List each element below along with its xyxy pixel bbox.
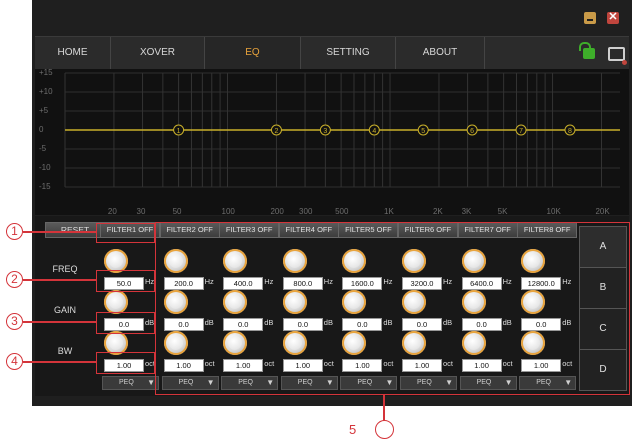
callout-2-line — [23, 279, 96, 281]
main-menu: HOME XOVER EQ SETTING ABOUT — [35, 36, 629, 70]
filter-marker-label: 3 — [323, 128, 327, 135]
y-axis-label: +15 — [39, 68, 53, 77]
menu-xover[interactable]: XOVER — [111, 37, 205, 69]
bw-row-label: BW — [57, 346, 73, 356]
callout-1-line — [23, 231, 96, 233]
callout-4: 4 — [6, 353, 23, 370]
chevron-down-icon: ▼ — [147, 378, 155, 387]
callout-5-line — [383, 394, 385, 421]
eq-response-graph: 1 2 3 4 5 6 7 8 +15 +10 +5 0 -5 -10 -15 20 30 50 100 200 3… — [35, 68, 629, 216]
callout-5: 5 — [349, 422, 357, 437]
unlock-icon[interactable] — [579, 42, 595, 59]
x-axis-label: 10K — [546, 207, 561, 216]
menu-eq[interactable]: EQ — [205, 37, 301, 69]
callout-3-line — [23, 321, 96, 323]
callout-1: 1 — [6, 223, 23, 240]
callout-4-line — [23, 361, 96, 363]
gain-knob[interactable] — [104, 290, 128, 314]
menu-about[interactable]: ABOUT — [396, 37, 485, 69]
callout-box-gain — [96, 312, 155, 334]
eq-graph-canvas: 1 2 3 4 5 6 7 8 — [64, 72, 620, 188]
filter-marker-label: 2 — [274, 128, 278, 135]
filter-marker-label: 6 — [470, 128, 474, 135]
y-axis-label: 0 — [39, 125, 44, 134]
callout-box-filter-title — [96, 223, 155, 243]
x-axis-label: 5K — [497, 207, 508, 216]
callout-box-bw — [96, 352, 155, 374]
y-axis-label: -15 — [39, 182, 51, 191]
filter-marker-label: 8 — [568, 128, 572, 135]
x-axis-label: 3K — [461, 207, 472, 216]
filter-marker-label: 4 — [372, 128, 376, 135]
x-axis-label: 50 — [172, 207, 182, 216]
filter-marker-label: 5 — [421, 128, 425, 135]
menu-setting[interactable]: SETTING — [301, 37, 396, 69]
y-axis-label: +10 — [39, 87, 53, 96]
y-axis-label: -5 — [39, 144, 47, 153]
filter-type-label: PEQ — [119, 379, 134, 386]
callout-box-freq — [96, 270, 155, 292]
x-axis-label: 100 — [221, 207, 235, 216]
x-axis-label: 1K — [384, 207, 394, 216]
freq-row-label: FREQ — [52, 264, 78, 274]
x-axis-label: 30 — [136, 207, 146, 216]
callout-box-filters — [155, 222, 630, 395]
title-bar: ✕ — [32, 0, 632, 34]
callout-3: 3 — [6, 313, 23, 330]
x-axis-label: 2K — [432, 207, 443, 216]
minimize-button[interactable] — [584, 12, 596, 24]
gain-row-label: GAIN — [53, 305, 76, 315]
device-connection-icon[interactable] — [608, 47, 627, 65]
close-icon: ✕ — [608, 11, 618, 23]
x-axis-label: 300 — [299, 207, 313, 216]
close-button[interactable]: ✕ — [607, 11, 619, 24]
x-axis-label: 200 — [270, 207, 284, 216]
y-axis-label: +5 — [39, 106, 49, 115]
filter-type-dropdown[interactable]: PEQ ▼ — [102, 376, 159, 390]
filter-marker-label: 7 — [519, 128, 523, 135]
x-axis-label: 500 — [335, 207, 349, 216]
callout-5-circle — [375, 420, 394, 439]
x-axis-label: 20K — [595, 207, 610, 216]
y-axis-label: -10 — [39, 163, 51, 172]
callout-2: 2 — [6, 271, 23, 288]
x-axis-label: 20 — [107, 207, 117, 216]
filter-marker-label: 1 — [177, 128, 181, 135]
menu-home[interactable]: HOME — [35, 37, 111, 69]
